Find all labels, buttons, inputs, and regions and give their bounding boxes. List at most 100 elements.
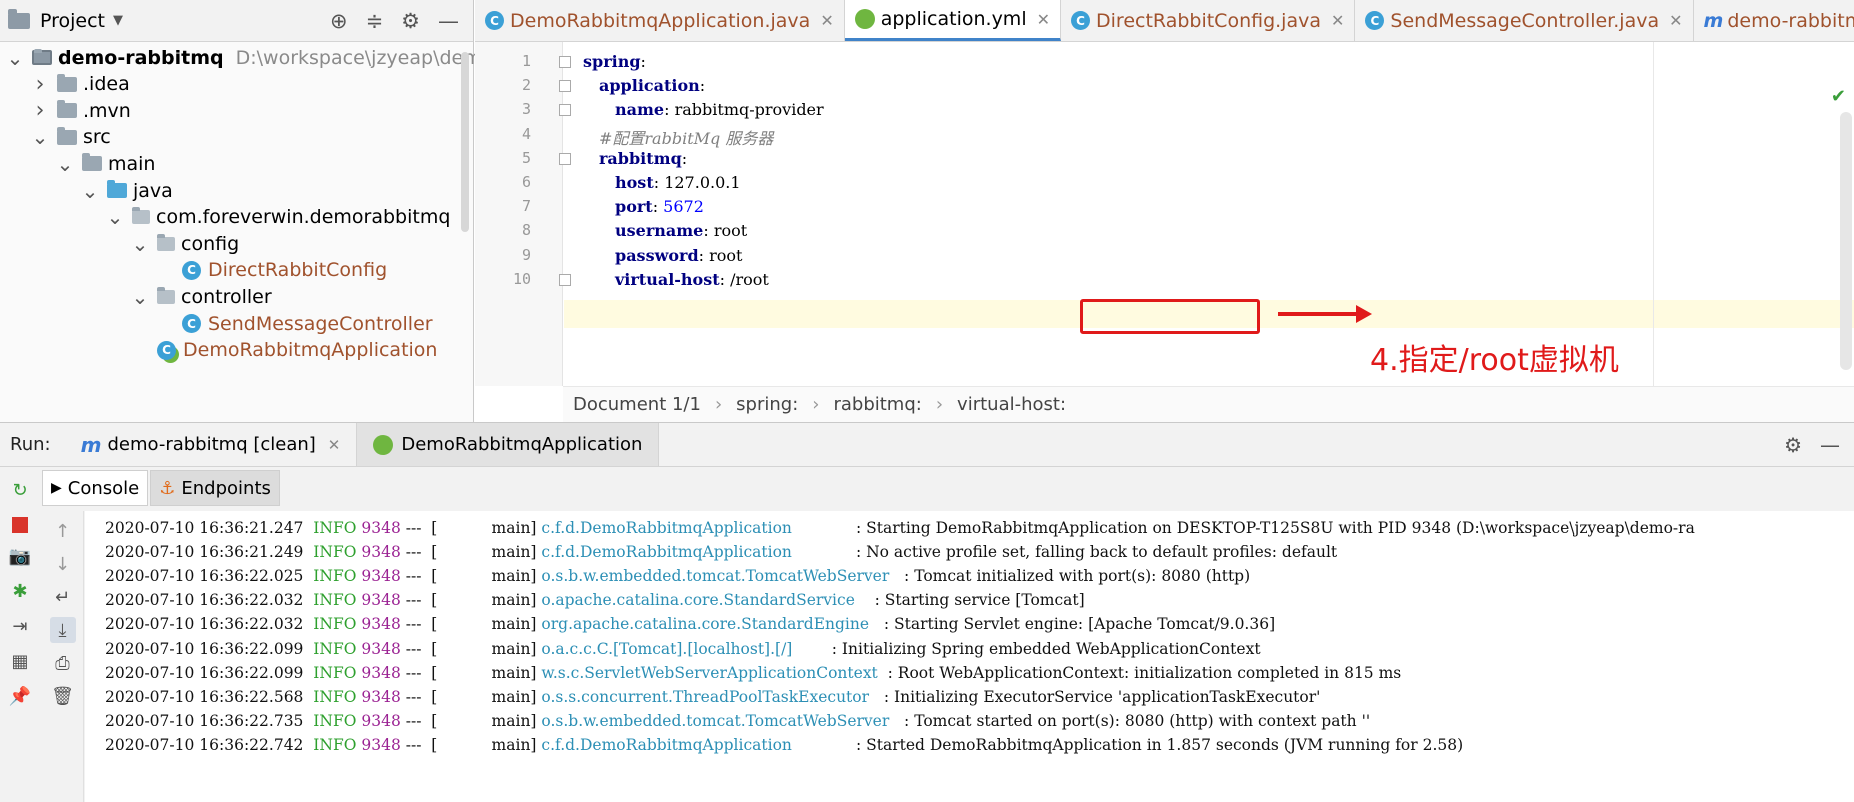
yaml-key: username (615, 221, 704, 241)
run-header: Run: m demo-rabbitmq [clean] ✕ DemoRabbitmq… (0, 423, 1854, 467)
tab-console[interactable]: ▶ Console (42, 470, 149, 506)
editor-tab[interactable]: application.yml ✕ (844, 0, 1062, 41)
tree-item-label: main (108, 152, 156, 175)
project-scrollbar[interactable] (461, 52, 469, 232)
class-icon: C (182, 314, 201, 333)
log-pid: 9348 (361, 687, 406, 706)
camera-icon[interactable]: 📷 (8, 544, 32, 568)
collapse-all-icon[interactable]: ≑ (366, 9, 384, 33)
run-tab[interactable]: DemoRabbitmqApplication (357, 423, 660, 466)
breadcrumb-item[interactable]: virtual-host: (957, 394, 1066, 415)
editor-tab[interactable]: C DemoRabbitmqApplication.java ✕ (475, 0, 845, 41)
close-icon[interactable]: ✕ (820, 11, 833, 30)
log-pid: 9348 (361, 543, 406, 562)
stop-icon[interactable] (12, 517, 28, 533)
code-line: application: (599, 76, 705, 95)
chevron-right-icon[interactable]: › (31, 98, 49, 123)
log-message: : Initializing ExecutorService 'applicat… (883, 687, 1321, 706)
yaml-separator: : (703, 221, 714, 241)
close-icon[interactable]: ✕ (1669, 11, 1682, 30)
tree-item[interactable]: C DemoRabbitmqApplication (131, 335, 437, 366)
breadcrumb-item[interactable]: spring: (736, 394, 798, 415)
console-output[interactable]: 2020-07-10 16:36:21.247 INFO 9348 --- [ … (85, 511, 1854, 802)
annotation-arrow (1278, 305, 1372, 323)
chevron-down-icon[interactable]: ⌄ (131, 287, 149, 307)
breadcrumb-item[interactable]: Document 1/1 (573, 394, 701, 415)
log-logger: w.s.c.ServletWebServerApplicationContext (541, 663, 888, 682)
scroll-down-icon[interactable]: ↓ (50, 551, 76, 577)
gear-icon[interactable]: ⚙ (401, 9, 420, 33)
fold-marker-icon[interactable] (559, 152, 571, 165)
chevron-right-icon[interactable]: › (31, 72, 49, 97)
chevron-down-icon[interactable]: ⌄ (131, 234, 149, 254)
yaml-separator: : (653, 173, 665, 192)
class-icon: C (1365, 11, 1385, 30)
chevron-down-icon[interactable]: ⌄ (31, 127, 49, 147)
log-timestamp: 2020-07-10 16:36:22.032 (105, 591, 314, 610)
log-line: 2020-07-10 16:36:22.735 INFO 9348 --- [ … (105, 712, 1370, 730)
trash-icon[interactable]: 🗑 (50, 683, 76, 709)
annotation-text: 4.指定/root虚拟机 (1370, 343, 1619, 378)
debug-icon[interactable]: ✱ (8, 579, 32, 603)
run-title: Run: (10, 434, 51, 455)
layout-icon[interactable]: ▦ (8, 649, 32, 673)
close-icon[interactable]: ✕ (328, 436, 341, 454)
close-icon[interactable]: ✕ (1331, 11, 1344, 30)
exit-icon[interactable]: ⇥ (8, 614, 32, 638)
log-thread: --- [ main] (405, 639, 542, 658)
console-toolbar: ↑ ↓ ↵ ⤓ ⎙ 🗑 (42, 511, 84, 802)
run-tab[interactable]: m demo-rabbitmq [clean] ✕ (65, 423, 358, 466)
log-timestamp: 2020-07-10 16:36:22.099 (105, 663, 314, 682)
log-level: INFO (313, 711, 362, 730)
minimize-icon[interactable]: — (1820, 433, 1840, 457)
log-pid: 9348 (361, 615, 406, 634)
gear-icon[interactable]: ⚙ (1784, 433, 1802, 457)
chevron-right-icon: › (812, 394, 820, 415)
log-thread: --- [ main] (405, 543, 542, 562)
chevron-down-icon[interactable]: ⌄ (106, 207, 124, 227)
project-title[interactable]: Project (40, 10, 105, 32)
log-logger: o.s.b.w.embedded.tomcat.TomcatWebServer (541, 567, 905, 586)
fold-marker-icon[interactable] (559, 56, 571, 68)
editor-tab-label: SendMessageController.java (1390, 9, 1660, 32)
yaml-key: password (615, 245, 699, 265)
yaml-key: application (599, 76, 700, 96)
log-message: : Tomcat initialized with port(s): 8080 … (904, 567, 1251, 586)
pin-icon[interactable]: 📌 (8, 684, 32, 708)
locate-icon[interactable]: ⊕ (330, 9, 348, 33)
log-message: : Starting DemoRabbitmqApplication on DE… (855, 519, 1695, 537)
rerun-icon[interactable]: ↻ (8, 478, 32, 502)
chevron-right-icon: › (714, 394, 723, 415)
log-thread: --- [ main] (405, 519, 542, 537)
soft-wrap-icon[interactable]: ↵ (50, 584, 76, 610)
spring-boot-icon (373, 434, 394, 455)
project-header[interactable]: Project ▼ ⊕ ≑ ⚙ — (0, 0, 473, 42)
scroll-up-icon[interactable]: ↑ (50, 518, 76, 544)
line-number: 5 (521, 148, 531, 167)
code-area[interactable]: 1 2 3 4 5 6 7 8 9 10 spring: application: name: rab… (475, 42, 1854, 386)
editor-tab[interactable]: C DirectRabbitConfig.java ✕ (1061, 0, 1356, 41)
fold-marker-icon[interactable] (559, 104, 571, 117)
log-level: INFO (313, 543, 362, 562)
breadcrumb-item[interactable]: rabbitmq: (833, 394, 921, 415)
log-message: : Starting Servlet engine: [Apache Tomca… (883, 615, 1276, 634)
print-icon[interactable]: ⎙ (50, 650, 76, 676)
fold-marker-icon[interactable] (559, 273, 571, 286)
fold-marker-icon[interactable] (559, 80, 571, 93)
chevron-down-icon[interactable]: ▼ (113, 13, 123, 28)
minimize-icon[interactable]: — (438, 9, 459, 33)
line-number: 1 (521, 52, 531, 70)
tree-item-label: .idea (83, 73, 130, 96)
tab-endpoints[interactable]: ⚓ Endpoints (150, 470, 280, 506)
editor-tab[interactable]: C SendMessageController.java ✕ (1355, 0, 1694, 41)
editor-tab[interactable]: mdemo-rabbitmq (1694, 0, 1854, 41)
class-icon: C (182, 260, 201, 280)
yaml-value: root (713, 221, 748, 241)
chevron-down-icon[interactable]: ⌄ (81, 181, 99, 201)
close-icon[interactable]: ✕ (1037, 10, 1050, 29)
tab-console-label: Console (67, 477, 140, 499)
chevron-down-icon[interactable]: ⌄ (6, 48, 24, 68)
chevron-down-icon[interactable]: ⌄ (56, 154, 74, 174)
editor-scrollbar[interactable] (1840, 112, 1852, 370)
scroll-to-end-icon[interactable]: ⤓ (49, 617, 76, 643)
